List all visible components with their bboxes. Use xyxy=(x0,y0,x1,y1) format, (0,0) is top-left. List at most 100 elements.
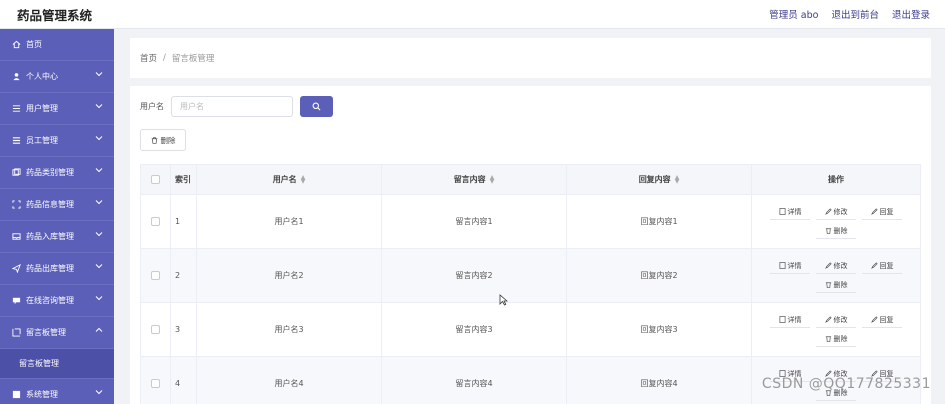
detail-label: 详情 xyxy=(787,261,802,270)
frame-icon xyxy=(11,200,21,210)
search-button[interactable] xyxy=(300,96,333,117)
inbox-icon xyxy=(11,232,21,242)
sidebar-item-drug-info[interactable]: 药品信息管理 xyxy=(0,189,114,221)
breadcrumb-separator: / xyxy=(163,53,166,63)
logout-link[interactable]: 退出登录 xyxy=(892,7,930,21)
detail-button[interactable]: 详情 xyxy=(770,259,810,274)
sidebar-subitem-message-board[interactable]: 留言板管理 xyxy=(0,349,114,379)
edit-button[interactable]: 修改 xyxy=(816,259,856,274)
sidebar-item-drug-category[interactable]: 药品类别管理 xyxy=(0,157,114,189)
breadcrumb-current: 留言板管理 xyxy=(171,54,215,64)
admin-user-link[interactable]: 管理员 abo xyxy=(769,7,818,21)
column-header-label: 留言内容 xyxy=(453,175,486,184)
sidebar-item-label: 员工管理 xyxy=(26,136,58,145)
sidebar-item-label: 系统管理 xyxy=(26,390,58,399)
column-header-label: 用户名 xyxy=(272,175,297,184)
edit-label: 修改 xyxy=(833,315,848,324)
reply-label: 回复 xyxy=(879,315,894,324)
select-all-checkbox[interactable] xyxy=(151,175,160,184)
chevron-up-icon xyxy=(95,327,103,332)
reply-button[interactable]: 回复 xyxy=(862,259,902,274)
delete-button[interactable]: 删除 xyxy=(816,332,856,347)
sidebar-item-staff[interactable]: 员工管理 xyxy=(0,125,114,157)
trash-icon xyxy=(825,228,831,234)
sidebar-item-consult[interactable]: 在线咨询管理 xyxy=(0,285,114,317)
batch-delete-label: 删除 xyxy=(160,135,176,145)
header-checkbox-cell xyxy=(141,165,171,194)
chevron-down-icon xyxy=(95,200,103,205)
cell-reply: 回复内容2 xyxy=(567,249,752,302)
edit-label: 修改 xyxy=(833,261,848,270)
menu-icon xyxy=(11,136,21,146)
sort-icon[interactable]: ▲ ▼ xyxy=(675,174,680,184)
cell-message: 留言内容2 xyxy=(382,249,567,302)
detail-button[interactable]: 详情 xyxy=(770,313,810,328)
row-checkbox[interactable] xyxy=(151,271,160,280)
sidebar-item-users[interactable]: 用户管理 xyxy=(0,93,114,125)
row-checkbox-cell xyxy=(141,195,171,248)
reply-button[interactable]: 回复 xyxy=(862,205,902,220)
document-icon xyxy=(779,208,785,215)
chevron-down-icon xyxy=(95,232,103,237)
trash-icon xyxy=(151,136,157,144)
sort-icon[interactable]: ▲ ▼ xyxy=(490,174,495,184)
sidebar-item-drug-inbound[interactable]: 药品入库管理 xyxy=(0,221,114,253)
column-header-reply[interactable]: 回复内容 ▲ ▼ xyxy=(567,165,752,194)
search-input[interactable]: 用户名 xyxy=(171,96,293,117)
chevron-down-icon xyxy=(95,390,103,395)
cell-index: 1 xyxy=(171,195,197,248)
reply-button[interactable]: 回复 xyxy=(862,313,902,328)
cell-username: 用户名4 xyxy=(197,357,382,404)
delete-label: 删除 xyxy=(833,226,848,235)
cell-message: 留言内容4 xyxy=(382,357,567,404)
table-row: 2 用户名2 留言内容2 回复内容2 详情 修改 回复 删除 xyxy=(141,249,920,303)
sidebar-item-message-board[interactable]: 留言板管理 xyxy=(0,317,114,349)
sidebar-item-system[interactable]: 系统管理 xyxy=(0,379,114,404)
sidebar-item-label: 用户管理 xyxy=(26,104,58,113)
edit-icon xyxy=(824,208,832,215)
sidebar-item-profile[interactable]: 个人中心 xyxy=(0,61,114,93)
detail-button[interactable]: 详情 xyxy=(770,205,810,220)
row-checkbox[interactable] xyxy=(151,217,160,226)
chevron-down-icon xyxy=(95,104,103,109)
delete-button[interactable]: 删除 xyxy=(816,224,856,239)
trash-icon xyxy=(825,282,831,288)
main-content: 用户名 用户名 删除 索引 用户名 ▲ ▼ 留言内容 ▲ ▼ 回复内容 ▲ ▼ 操作 1 用… xyxy=(130,86,931,404)
row-checkbox[interactable] xyxy=(151,379,160,388)
category-icon xyxy=(11,168,21,178)
row-checkbox-cell xyxy=(141,249,171,302)
row-actions: 详情 修改 回复 删除 xyxy=(761,259,911,293)
sidebar-item-label: 留言板管理 xyxy=(26,328,66,337)
row-checkbox[interactable] xyxy=(151,325,160,334)
column-header-message[interactable]: 留言内容 ▲ ▼ xyxy=(382,165,567,194)
column-header-username[interactable]: 用户名 ▲ ▼ xyxy=(197,165,382,194)
document-icon xyxy=(779,262,785,269)
sidebar-item-home[interactable]: 首页 xyxy=(0,29,114,61)
chevron-down-icon xyxy=(95,264,103,269)
cell-reply: 回复内容4 xyxy=(567,357,752,404)
reply-label: 回复 xyxy=(879,207,894,216)
document-icon xyxy=(779,316,785,323)
sidebar-item-drug-outbound[interactable]: 药品出库管理 xyxy=(0,253,114,285)
detail-label: 详情 xyxy=(787,315,802,324)
edit-button[interactable]: 修改 xyxy=(816,313,856,328)
row-checkbox-cell xyxy=(141,303,171,356)
row-actions: 详情 修改 回复 删除 xyxy=(761,313,911,347)
sidebar: 首页 个人中心 用户管理 员工管理 药品类别管理 药品信息管理 药品入库管理 药… xyxy=(0,29,114,404)
sidebar-item-label: 药品出库管理 xyxy=(26,264,74,273)
edit-button[interactable]: 修改 xyxy=(816,205,856,220)
breadcrumb-home[interactable]: 首页 xyxy=(140,52,157,64)
column-header-actions: 操作 xyxy=(828,175,844,184)
breadcrumb: 首页 / 留言板管理 xyxy=(130,38,931,78)
cell-reply: 回复内容3 xyxy=(567,303,752,356)
cell-message: 留言内容1 xyxy=(382,195,567,248)
batch-delete-button[interactable]: 删除 xyxy=(140,129,186,151)
sidebar-item-label: 药品入库管理 xyxy=(26,232,74,241)
cell-reply: 回复内容1 xyxy=(567,195,752,248)
edit-label: 修改 xyxy=(833,207,848,216)
top-links: 管理员 abo 退出到前台 退出登录 xyxy=(769,7,930,21)
search-label: 用户名 xyxy=(140,102,164,111)
delete-button[interactable]: 删除 xyxy=(816,278,856,293)
go-frontend-link[interactable]: 退出到前台 xyxy=(831,7,879,21)
sort-icon[interactable]: ▲ ▼ xyxy=(301,174,306,184)
